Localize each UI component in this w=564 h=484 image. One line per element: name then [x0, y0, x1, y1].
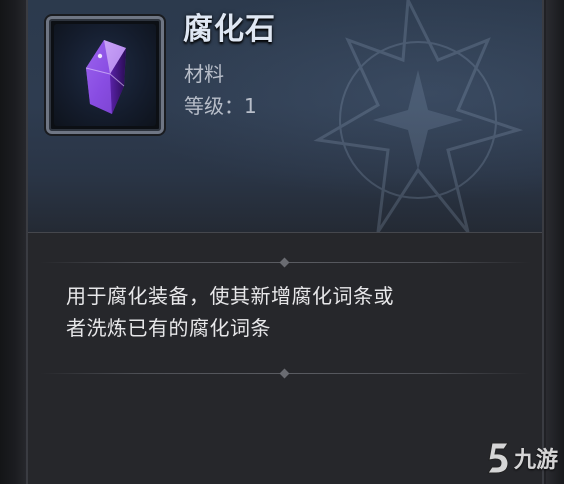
item-type: 材料 — [184, 62, 224, 86]
item-tooltip-panel: 腐化石 材料 等级：1 用于腐化装备，使其新增腐化词条或 者洗炼已有的腐化词条 — [26, 0, 544, 484]
item-level: 等级：1 — [184, 94, 257, 118]
divider-top-ornament — [279, 257, 290, 268]
divider-bottom-ornament — [279, 368, 290, 379]
item-name: 腐化石 — [183, 12, 276, 47]
item-description: 用于腐化装备，使其新增腐化词条或 者洗炼已有的腐化词条 — [66, 280, 516, 344]
watermark-text: 九游 — [513, 448, 558, 473]
background-right — [546, 0, 564, 484]
background-left — [0, 0, 26, 484]
header-decoration — [313, 0, 524, 232]
item-icon-slot — [54, 24, 156, 126]
item-header: 腐化石 材料 等级：1 — [28, 0, 542, 233]
watermark: 九游 — [486, 438, 558, 478]
tooltip-screen: 腐化石 材料 等级：1 用于腐化装备，使其新增腐化词条或 者洗炼已有的腐化词条 … — [0, 0, 564, 484]
description-line-2: 者洗炼已有的腐化词条 — [66, 316, 271, 340]
description-line-1: 用于腐化装备，使其新增腐化词条或 — [66, 284, 394, 308]
purple-crystal-icon — [85, 40, 126, 114]
item-icon-frame — [46, 16, 164, 134]
watermark-logo-icon — [487, 442, 509, 474]
